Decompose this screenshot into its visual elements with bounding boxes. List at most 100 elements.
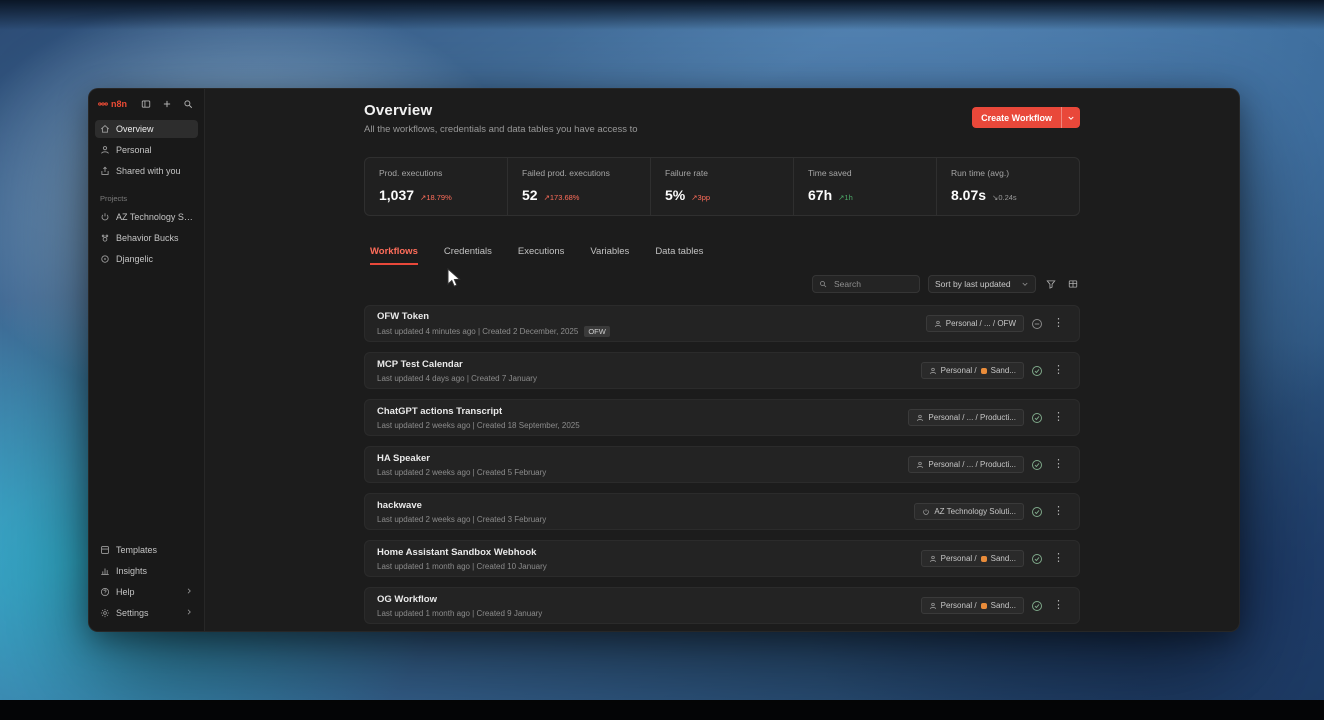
workflow-title[interactable]: Home Assistant Sandbox Webhook	[377, 547, 921, 558]
workflow-title[interactable]: MCP Test Calendar	[377, 359, 921, 370]
chevron-right-icon	[185, 608, 193, 618]
stats-bar: Prod. executions 1,037 ↗18.79% Failed pr…	[364, 157, 1080, 216]
search-icon[interactable]	[181, 97, 195, 111]
status-active-icon[interactable]	[1031, 553, 1043, 565]
row-menu-icon[interactable]: ⋮	[1050, 412, 1067, 423]
tab-variables[interactable]: Variables	[590, 246, 629, 265]
sidebar-item-label: Overview	[116, 124, 154, 134]
sidebar-item-label: Templates	[116, 545, 157, 555]
stat-failed-prod-executions: Failed prod. executions 52 ↗173.68%	[507, 158, 650, 215]
workflow-meta: Last updated 1 month ago | Created 9 Jan…	[377, 609, 542, 618]
sidebar-header: n8n	[95, 96, 198, 120]
status-active-icon[interactable]	[1031, 600, 1043, 612]
stat-label: Failed prod. executions	[522, 168, 636, 178]
tab-data-tables[interactable]: Data tables	[655, 246, 703, 265]
project-badge[interactable]: Personal / Sand...	[921, 362, 1024, 379]
search-icon	[819, 280, 827, 288]
workflow-search[interactable]	[812, 275, 920, 293]
project-color-icon	[981, 603, 987, 609]
stat-label: Run time (avg.)	[951, 168, 1065, 178]
project-badge[interactable]: AZ Technology Soluti...	[914, 503, 1024, 520]
workflow-row[interactable]: hackwave Last updated 2 weeks ago | Crea…	[364, 493, 1080, 530]
workflow-row[interactable]: Home Assistant Sandbox Webhook Last upda…	[364, 540, 1080, 577]
create-workflow-button[interactable]: Create Workflow	[972, 107, 1080, 128]
workflow-meta: Last updated 4 minutes ago | Created 2 D…	[377, 327, 578, 336]
badge-label: Personal / ... / Producti...	[928, 460, 1016, 469]
status-active-icon[interactable]	[1031, 459, 1043, 471]
sidebar-project-djangelic[interactable]: Djangelic	[95, 250, 198, 268]
badge-label: Sand...	[991, 366, 1016, 375]
row-menu-icon[interactable]: ⋮	[1050, 318, 1067, 329]
workflow-title[interactable]: hackwave	[377, 500, 914, 511]
sidebar-item-overview[interactable]: Overview	[95, 120, 198, 138]
insights-icon	[100, 566, 110, 576]
badge-label: Personal / ... / Producti...	[928, 413, 1016, 422]
project-badge[interactable]: Personal / ... / Producti...	[908, 456, 1024, 473]
projects-section-header: Projects	[95, 183, 198, 208]
workflow-title[interactable]: ChatGPT actions Transcript	[377, 406, 908, 417]
project-badge[interactable]: Personal / ... / OFW	[926, 315, 1024, 332]
filter-icon[interactable]	[1044, 277, 1058, 291]
sidebar-item-help[interactable]: Help	[95, 583, 198, 601]
search-input[interactable]	[832, 278, 913, 290]
project-badge[interactable]: Personal / ... / Producti...	[908, 409, 1024, 426]
wallpaper-bottom-strip	[0, 700, 1324, 720]
status-active-icon[interactable]	[1031, 412, 1043, 424]
create-workflow-label[interactable]: Create Workflow	[972, 113, 1061, 123]
sidebar-item-personal[interactable]: Personal	[95, 141, 198, 159]
workflow-title[interactable]: OFW Token	[377, 311, 926, 322]
sort-label: Sort by last updated	[935, 279, 1011, 289]
view-options-icon[interactable]	[1066, 277, 1080, 291]
row-menu-icon[interactable]: ⋮	[1050, 365, 1067, 376]
workflow-tag[interactable]: OFW	[584, 326, 610, 337]
workflow-meta: Last updated 4 days ago | Created 7 Janu…	[377, 374, 537, 383]
stat-delta: ↗1h	[838, 193, 853, 202]
sort-dropdown[interactable]: Sort by last updated	[928, 275, 1036, 293]
workflow-row[interactable]: OG Workflow Last updated 1 month ago | C…	[364, 587, 1080, 624]
sidebar-item-label: Personal	[116, 145, 152, 155]
row-menu-icon[interactable]: ⋮	[1050, 600, 1067, 611]
row-menu-icon[interactable]: ⋮	[1050, 459, 1067, 470]
workflow-title[interactable]: OG Workflow	[377, 594, 921, 605]
status-inactive-icon[interactable]	[1031, 318, 1043, 330]
sidebar-item-label: Help	[116, 587, 135, 597]
create-workflow-dropdown[interactable]	[1061, 107, 1080, 128]
row-menu-icon[interactable]: ⋮	[1050, 553, 1067, 564]
share-icon	[100, 166, 110, 176]
list-toolbar: Sort by last updated	[364, 275, 1080, 293]
stat-delta: ↘0.24s	[992, 193, 1017, 202]
tab-workflows[interactable]: Workflows	[370, 246, 418, 265]
workflow-meta: Last updated 2 weeks ago | Created 3 Feb…	[377, 515, 546, 524]
collapse-panel-icon[interactable]	[139, 97, 153, 111]
workflow-row[interactable]: HA Speaker Last updated 2 weeks ago | Cr…	[364, 446, 1080, 483]
sidebar-item-settings[interactable]: Settings	[95, 604, 198, 622]
workflow-row[interactable]: MCP Test Calendar Last updated 4 days ag…	[364, 352, 1080, 389]
row-menu-icon[interactable]: ⋮	[1050, 506, 1067, 517]
user-icon	[934, 320, 942, 328]
tab-executions[interactable]: Executions	[518, 246, 564, 265]
help-icon	[100, 587, 110, 597]
home-icon	[100, 124, 110, 134]
n8n-logo-icon	[98, 100, 108, 108]
sidebar-item-templates[interactable]: Templates	[95, 541, 198, 559]
tab-credentials[interactable]: Credentials	[444, 246, 492, 265]
status-active-icon[interactable]	[1031, 365, 1043, 377]
project-badge[interactable]: Personal / Sand...	[921, 550, 1024, 567]
add-icon[interactable]	[160, 97, 174, 111]
workflow-row[interactable]: ChatGPT actions Transcript Last updated …	[364, 399, 1080, 436]
sidebar-item-insights[interactable]: Insights	[95, 562, 198, 580]
sidebar-project-behavior-bucks[interactable]: Behavior Bucks	[95, 229, 198, 247]
workflow-row[interactable]: OFW Token Last updated 4 minutes ago | C…	[364, 305, 1080, 342]
n8n-app-window: n8n Overview Personal	[88, 88, 1240, 632]
sidebar-project-az-technology[interactable]: AZ Technology Solut...	[95, 208, 198, 226]
project-color-icon	[981, 556, 987, 562]
project-badge[interactable]: Personal / Sand...	[921, 597, 1024, 614]
stat-delta: ↗18.79%	[420, 193, 452, 202]
stat-time-saved: Time saved 67h ↗1h	[793, 158, 936, 215]
logo-text: n8n	[111, 99, 127, 109]
badge-label: Personal /	[941, 554, 977, 563]
sidebar-item-shared-with-you[interactable]: Shared with you	[95, 162, 198, 180]
status-active-icon[interactable]	[1031, 506, 1043, 518]
project-color-icon	[981, 368, 987, 374]
workflow-title[interactable]: HA Speaker	[377, 453, 908, 464]
